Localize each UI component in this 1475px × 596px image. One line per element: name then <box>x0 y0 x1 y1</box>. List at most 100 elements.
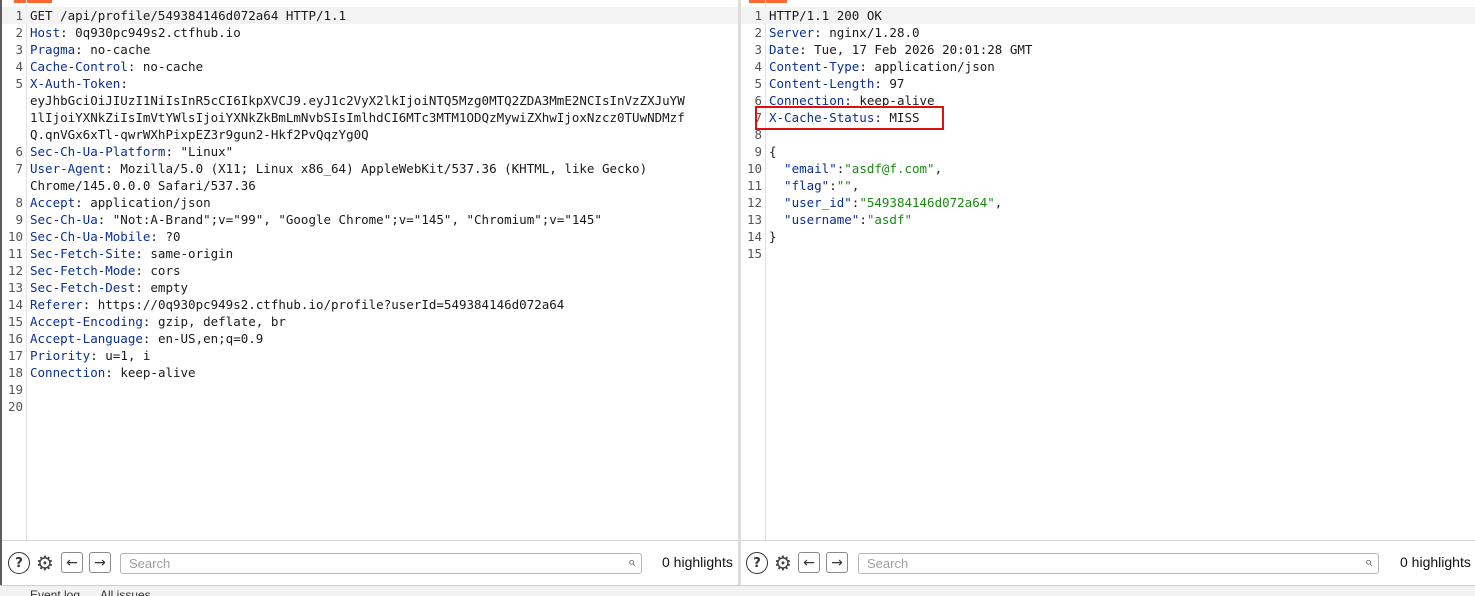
request-line[interactable]: eyJhbGciOiJIUzI1NiIsInR5cCI6IkpXVCJ9.eyJ… <box>2 92 738 109</box>
line-code: "flag":"", <box>769 177 859 194</box>
response-line[interactable]: 9{ <box>741 143 1475 160</box>
code-text: : https://0q930pc949s2.ctfhub.io/profile… <box>82 297 565 312</box>
response-line[interactable]: 2 Server: nginx/1.28.0 <box>741 24 1475 41</box>
line-code: "email":"asdf@f.com", <box>769 160 942 177</box>
line-code: Sec-Fetch-Dest: empty <box>30 279 188 296</box>
response-highlights-count: 0 highlights <box>1400 554 1471 570</box>
json-key: "flag" <box>769 178 830 193</box>
request-line[interactable]: 3 Pragma: no-cache <box>2 41 738 58</box>
header-name: Sec-Ch-Ua-Mobile <box>30 229 151 244</box>
line-code: X-Auth-Token: <box>30 75 128 92</box>
next-match-button[interactable]: → <box>89 552 111 573</box>
json-value: "549384146d072a64" <box>859 195 995 210</box>
request-line[interactable]: 16 Accept-Language: en-US,en;q=0.9 <box>2 330 738 347</box>
response-search-input[interactable] <box>867 555 1309 572</box>
code-text: : same-origin <box>135 246 234 261</box>
line-number: 14 <box>7 297 23 312</box>
response-line[interactable]: 3 Date: Tue, 17 Feb 2026 20:01:28 GMT <box>741 41 1475 58</box>
line-code: Sec-Fetch-Mode: cors <box>30 262 181 279</box>
header-name: Sec-Ch-Ua <box>30 212 98 227</box>
code-text: GET /api/profile/549384146d072a64 HTTP/1… <box>30 8 347 23</box>
line-number: 1 <box>754 8 762 23</box>
response-line[interactable]: 1 HTTP/1.1 200 OK <box>741 7 1475 24</box>
request-editor[interactable]: 1 GET /api/profile/549384146d072a64 HTTP/… <box>2 0 738 540</box>
request-line[interactable]: 4 Cache-Control: no-cache <box>2 58 738 75</box>
response-line[interactable]: 13 "username":"asdf" <box>741 211 1475 228</box>
request-line[interactable]: 2 Host: 0q930pc949s2.ctfhub.io <box>2 24 738 41</box>
request-line[interactable]: 1lIjoiYXNkZiIsImVtYWlsIjoiYXNkZkBmLmNvbS… <box>2 109 738 126</box>
previous-match-button[interactable]: ← <box>798 552 820 573</box>
code-text: : application/json <box>859 59 995 74</box>
line-number: 12 <box>746 195 762 210</box>
code-text: : Mozilla/5.0 (X11; Linux x86_64) AppleW… <box>105 161 648 176</box>
code-text: { <box>769 144 777 159</box>
request-line[interactable]: Q.qnVGx6xTl-qwrWXhPixpEZ3r9gun2-Hkf2PvQq… <box>2 126 738 143</box>
code-text: } <box>769 229 777 244</box>
response-editor[interactable]: 1 HTTP/1.1 200 OK 2 Server: nginx/1.28.0 3 Da… <box>741 0 1475 540</box>
line-number: 15 <box>7 314 23 329</box>
line-code: Sec-Ch-Ua-Mobile: ?0 <box>30 228 181 245</box>
request-line[interactable]: 10 Sec-Ch-Ua-Mobile: ?0 <box>2 228 738 245</box>
json-key: "user_id" <box>769 195 852 210</box>
line-number: 6 <box>15 144 23 159</box>
header-name: Sec-Fetch-Dest <box>30 280 136 295</box>
header-name: Accept-Language <box>30 331 143 346</box>
request-line[interactable]: 8 Accept: application/json <box>2 194 738 211</box>
line-number: 3 <box>15 42 23 57</box>
json-value: "" <box>836 178 852 193</box>
header-name: Content-Length <box>769 76 875 91</box>
line-code: GET /api/profile/549384146d072a64 HTTP/1… <box>30 7 730 24</box>
response-line[interactable]: 10 "email":"asdf@f.com", <box>741 160 1475 177</box>
code-text: : nginx/1.28.0 <box>814 25 920 40</box>
gear-icon[interactable]: ⚙ <box>772 551 794 575</box>
line-number: 8 <box>15 195 23 210</box>
request-line[interactable]: 14 Referer: https://0q930pc949s2.ctfhub.i… <box>2 296 738 313</box>
request-line[interactable]: 15 Accept-Encoding: gzip, deflate, br <box>2 313 738 330</box>
request-line[interactable]: 6 Sec-Ch-Ua-Platform: "Linux" <box>2 143 738 160</box>
line-number: 16 <box>7 331 23 346</box>
response-line[interactable]: 11 "flag":"", <box>741 177 1475 194</box>
line-number: 2 <box>15 25 23 40</box>
line-number: 20 <box>7 399 23 414</box>
line-number: 5 <box>15 76 23 91</box>
request-line[interactable]: 18 Connection: keep-alive <box>2 364 738 381</box>
response-line[interactable]: 14} <box>741 228 1475 245</box>
json-value: "asdf" <box>866 212 912 227</box>
next-match-button[interactable]: → <box>826 552 848 573</box>
request-line[interactable]: 12 Sec-Fetch-Mode: cors <box>2 262 738 279</box>
header-name: Referer <box>30 297 83 312</box>
gear-icon[interactable]: ⚙ <box>34 551 56 575</box>
help-icon[interactable]: ? <box>746 552 768 574</box>
line-code: Content-Type: application/json <box>769 58 995 75</box>
request-line[interactable]: 17 Priority: u=1, i <box>2 347 738 364</box>
response-line[interactable]: 15 <box>741 245 1475 262</box>
request-line[interactable]: 9 Sec-Ch-Ua: "Not:A-Brand";v="99", "Googl… <box>2 211 738 228</box>
request-line[interactable]: 1 GET /api/profile/549384146d072a64 HTTP/… <box>2 7 738 24</box>
request-line[interactable]: Chrome/145.0.0.0 Safari/537.36 <box>2 177 738 194</box>
code-text: : ?0 <box>150 229 181 244</box>
line-number: 11 <box>7 246 23 261</box>
code-text: : 97 <box>874 76 905 91</box>
request-line[interactable]: 7 User-Agent: Mozilla/5.0 (X11; Linux x86… <box>2 160 738 177</box>
line-code: 1lIjoiYXNkZiIsImVtYWlsIjoiYXNkZkBmLmNvbS… <box>30 109 685 126</box>
request-line[interactable]: 19 <box>2 381 738 398</box>
request-line[interactable]: 5 X-Auth-Token: <box>2 75 738 92</box>
response-line[interactable]: 4 Content-Type: application/json <box>741 58 1475 75</box>
request-line[interactable]: 11 Sec-Fetch-Site: same-origin <box>2 245 738 262</box>
request-line[interactable]: 20 <box>2 398 738 415</box>
header-name: Content-Type <box>769 59 860 74</box>
response-line[interactable]: 5 Content-Length: 97 <box>741 75 1475 92</box>
line-code: Cache-Control: no-cache <box>30 58 203 75</box>
request-line[interactable]: 13 Sec-Fetch-Dest: empty <box>2 279 738 296</box>
line-code: } <box>769 228 777 245</box>
previous-match-button[interactable]: ← <box>61 552 83 573</box>
code-text: Q.qnVGx6xTl-qwrWXhPixpEZ3r9gun2-Hkf2PvQq… <box>30 127 369 142</box>
header-name: Sec-Ch-Ua-Platform <box>30 144 166 159</box>
line-number: 9 <box>754 144 762 159</box>
help-icon[interactable]: ? <box>8 552 30 574</box>
request-search-input[interactable] <box>129 555 571 572</box>
response-line[interactable]: 12 "user_id":"549384146d072a64", <box>741 194 1475 211</box>
code-text: : <box>120 76 128 91</box>
line-code: Sec-Fetch-Site: same-origin <box>30 245 233 262</box>
code-text: : "Linux" <box>165 144 234 159</box>
